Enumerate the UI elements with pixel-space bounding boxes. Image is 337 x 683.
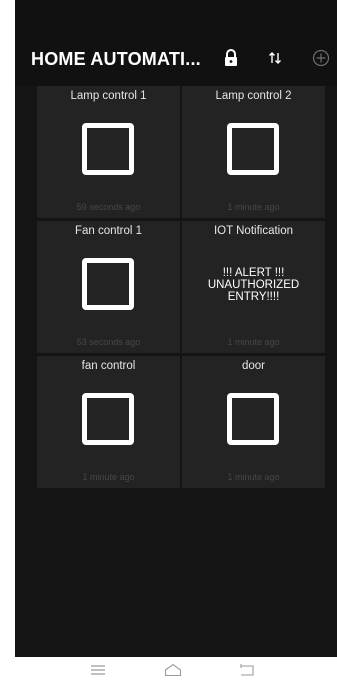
tile-timestamp: 59 seconds ago (76, 202, 141, 212)
tile-title: Fan control 1 (74, 225, 143, 237)
tile-iot-notification: IOT Notification !!! ALERT !!! UNAUTHORI… (182, 221, 325, 353)
menu-icon[interactable] (78, 657, 118, 683)
tile-timestamp: 1 minute ago (227, 337, 280, 347)
app-bar: HOME AUTOMATI... (15, 0, 337, 86)
toggle-button[interactable] (227, 123, 279, 175)
back-icon[interactable] (227, 657, 267, 683)
system-nav-bar (0, 657, 337, 683)
tile-timestamp: 1 minute ago (227, 202, 280, 212)
tile-title: fan control (81, 360, 136, 372)
tile-title: Lamp control 2 (215, 90, 292, 102)
tile-title: Lamp control 1 (70, 90, 147, 102)
lock-icon[interactable] (219, 46, 243, 70)
tile-lamp-control-2: Lamp control 2 1 minute ago (182, 86, 325, 218)
toggle-button[interactable] (82, 258, 134, 310)
add-circle-icon[interactable] (309, 46, 333, 70)
tile-lamp-control-1: Lamp control 1 59 seconds ago (37, 86, 180, 218)
tile-title: door (241, 360, 266, 372)
sort-arrows-icon[interactable] (263, 46, 287, 70)
notification-line: UNAUTHORIZED (207, 279, 300, 291)
notification-line: !!! ALERT !!! (222, 267, 285, 279)
notification-line: ENTRY!!!! (227, 291, 280, 303)
toggle-button[interactable] (82, 123, 134, 175)
tile-title: IOT Notification (213, 225, 294, 237)
tile-timestamp: 1 minute ago (82, 472, 135, 482)
toggle-button[interactable] (82, 393, 134, 445)
home-icon[interactable] (153, 657, 193, 683)
tile-fan-control: fan control 1 minute ago (37, 356, 180, 488)
tile-timestamp: 1 minute ago (227, 472, 280, 482)
notification-message: !!! ALERT !!! UNAUTHORIZED ENTRY!!!! (182, 267, 325, 303)
app-screen: HOME AUTOMATI... Lamp control 1 59 secon… (15, 0, 337, 657)
tile-timestamp: 53 seconds ago (76, 337, 141, 347)
toggle-button[interactable] (227, 393, 279, 445)
app-title: HOME AUTOMATI... (31, 49, 201, 69)
tile-door: door 1 minute ago (182, 356, 325, 488)
tile-fan-control-1: Fan control 1 53 seconds ago (37, 221, 180, 353)
